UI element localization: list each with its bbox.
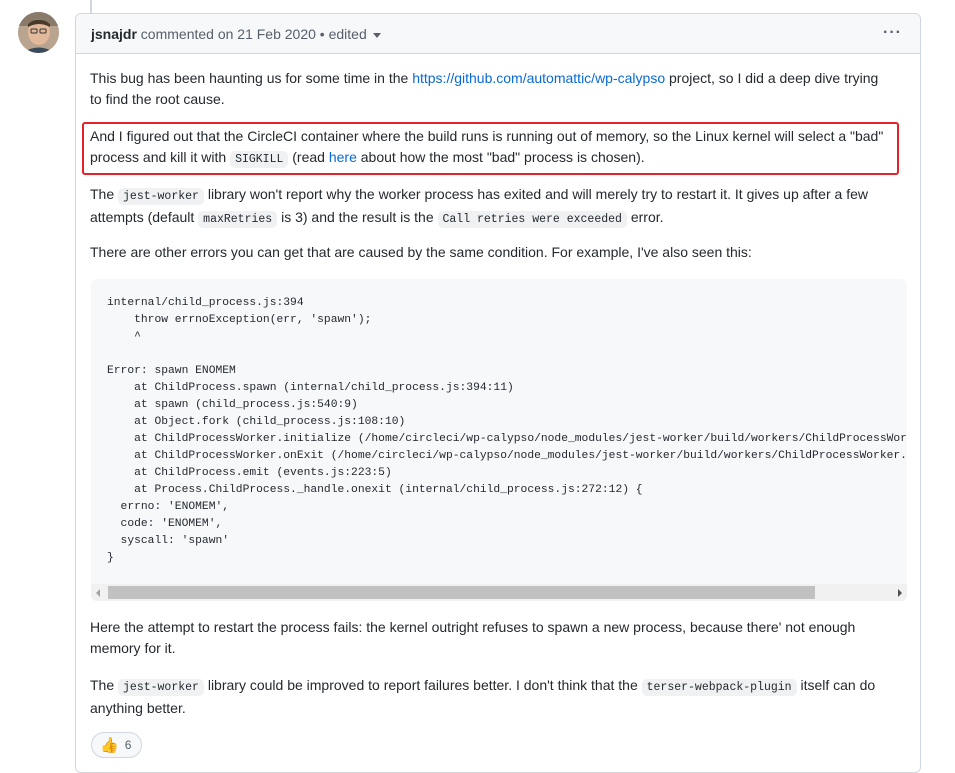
- max-retries-code: maxRetries: [198, 211, 278, 228]
- comment-header-text: jsnajdr commented on 21 Feb 2020 • edite…: [91, 26, 381, 42]
- reaction-count: 6: [124, 738, 132, 752]
- p1-text-before: This bug has been haunting us for some t…: [90, 70, 413, 86]
- thumbs-up-icon: 👍: [100, 737, 119, 754]
- author-link[interactable]: jsnajdr: [91, 26, 137, 42]
- p1-line2: to find the root cause.: [90, 91, 225, 107]
- code-line: at spawn (child_process.js:540:9): [107, 399, 358, 411]
- horizontal-scrollbar[interactable]: [91, 584, 907, 601]
- paragraph-6: The jest-worker library could be improve…: [90, 675, 902, 719]
- scrollbar-thumb[interactable]: [108, 586, 815, 599]
- code-line: internal/child_process.js:394: [107, 297, 304, 309]
- code-line: errno: 'ENOMEM',: [107, 501, 230, 513]
- scroll-left-arrow-icon[interactable]: [96, 589, 100, 597]
- call-retries-code: Call retries were exceeded: [437, 211, 627, 228]
- p4-text: There are other errors you can get that …: [90, 244, 752, 260]
- p3-mid2: is 3) and the result is the: [277, 209, 438, 225]
- avatar[interactable]: [18, 12, 59, 53]
- p2-l2-before: process and kill it with: [90, 149, 231, 165]
- code-line: throw errnoException(err, 'spawn');: [107, 314, 372, 326]
- reaction-thumbs-up-button[interactable]: 👍 6: [91, 732, 143, 758]
- p2-line1: And I figured out that the CircleCI cont…: [90, 128, 884, 144]
- p6-line2: anything better.: [90, 700, 186, 716]
- code-line: at ChildProcess.spawn (internal/child_pr…: [107, 382, 514, 394]
- p5-line2: memory for it.: [90, 640, 176, 656]
- avatar-image: [18, 12, 59, 53]
- p5-line1: Here the attempt to restart the process …: [90, 619, 856, 635]
- sigkill-code: SIGKILL: [230, 151, 289, 168]
- code-line: syscall: 'spawn': [107, 535, 230, 547]
- paragraph-5: Here the attempt to restart the process …: [90, 617, 902, 659]
- code-line: at Process.ChildProcess._handle.onexit (…: [107, 484, 643, 496]
- code-line: ^: [107, 331, 141, 343]
- jest-worker-code: jest-worker: [118, 188, 204, 205]
- paragraph-3: The jest-worker library won't report why…: [90, 184, 902, 230]
- paragraph-2: And I figured out that the CircleCI cont…: [90, 126, 902, 170]
- p6-end: itself can do: [796, 677, 876, 693]
- code-line: code: 'ENOMEM',: [107, 518, 223, 530]
- code-line: at Object.fork (child_process.js:108:10): [107, 416, 406, 428]
- code-block[interactable]: internal/child_process.js:394 throw errn…: [91, 279, 907, 601]
- paragraph-1: This bug has been haunting us for some t…: [90, 68, 902, 110]
- wp-calypso-link[interactable]: https://github.com/automattic/wp-calypso: [412, 70, 665, 86]
- timeline-line: [90, 0, 92, 14]
- code-line: at ChildProcess.emit (events.js:223:5): [107, 467, 392, 479]
- p2-l2-mid: (read: [288, 149, 329, 165]
- p3-l2-pre: attempts (default: [90, 209, 199, 225]
- p6-mid: library could be improved to report fail…: [203, 677, 642, 693]
- terser-plugin-code: terser-webpack-plugin: [641, 679, 797, 696]
- paragraph-4: There are other errors you can get that …: [90, 242, 902, 263]
- p3-mid1: library won't report why the worker proc…: [203, 186, 868, 202]
- comment-header: jsnajdr commented on 21 Feb 2020 • edite…: [76, 14, 920, 54]
- jest-worker-code-2: jest-worker: [118, 679, 204, 696]
- p6-pre: The: [90, 677, 119, 693]
- scroll-right-arrow-icon[interactable]: [898, 589, 902, 597]
- code-line: }: [107, 552, 114, 564]
- code-line: Error: spawn ENOMEM: [107, 365, 236, 377]
- code-line: at ChildProcessWorker.initialize (/home/…: [107, 433, 907, 445]
- kebab-horizontal-icon[interactable]: ···: [883, 24, 902, 42]
- code-line: at ChildProcessWorker.onExit (/home/circ…: [107, 450, 907, 462]
- p3-end: error.: [626, 209, 664, 225]
- p1-text-after: project, so I did a deep dive trying: [665, 70, 879, 86]
- here-link[interactable]: here: [329, 149, 357, 165]
- chevron-down-icon[interactable]: [372, 32, 381, 38]
- comment-meta[interactable]: commented on 21 Feb 2020 • edited: [141, 26, 367, 42]
- p3-pre: The: [90, 186, 119, 202]
- code-lines: internal/child_process.js:394 throw errn…: [107, 295, 907, 567]
- p2-l2-after: about how the most "bad" process is chos…: [356, 149, 645, 165]
